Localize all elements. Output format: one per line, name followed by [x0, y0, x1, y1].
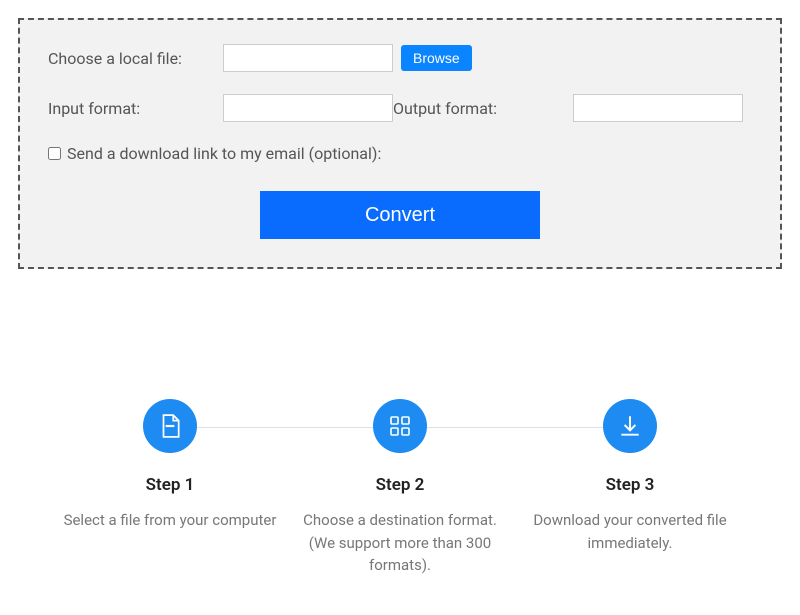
convert-button[interactable]: Convert	[260, 191, 540, 239]
output-format-label: Output format:	[393, 99, 573, 118]
email-link-label: Send a download link to my email (option…	[67, 144, 381, 163]
steps-container: Step 1 Select a file from your computer …	[60, 399, 740, 577]
file-icon	[143, 399, 197, 453]
step-3-title: Step 3	[606, 475, 655, 495]
step-3-desc: Download your converted file immediately…	[520, 509, 740, 554]
choose-file-row: Choose a local file: Browse	[48, 44, 752, 72]
email-link-checkbox[interactable]	[48, 147, 61, 160]
step-1-title: Step 1	[146, 475, 195, 495]
email-option-row: Send a download link to my email (option…	[48, 144, 752, 163]
step-2: Step 2 Choose a destination format. (We …	[290, 399, 510, 577]
download-icon	[603, 399, 657, 453]
format-row: Input format: Output format:	[48, 94, 752, 122]
upload-form-panel: Choose a local file: Browse Input format…	[18, 18, 782, 269]
grid-icon	[373, 399, 427, 453]
step-2-desc: Choose a destination format. (We support…	[290, 509, 510, 577]
step-2-title: Step 2	[376, 475, 425, 495]
file-path-input[interactable]	[223, 44, 393, 72]
input-format-label: Input format:	[48, 99, 223, 118]
choose-file-label: Choose a local file:	[48, 49, 223, 68]
output-format-field[interactable]	[573, 94, 743, 122]
browse-button[interactable]: Browse	[401, 45, 472, 71]
step-1-desc: Select a file from your computer	[64, 509, 277, 532]
input-format-field[interactable]	[223, 94, 393, 122]
step-1: Step 1 Select a file from your computer	[60, 399, 280, 577]
step-3: Step 3 Download your converted file imme…	[520, 399, 740, 577]
convert-row: Convert	[48, 191, 752, 239]
